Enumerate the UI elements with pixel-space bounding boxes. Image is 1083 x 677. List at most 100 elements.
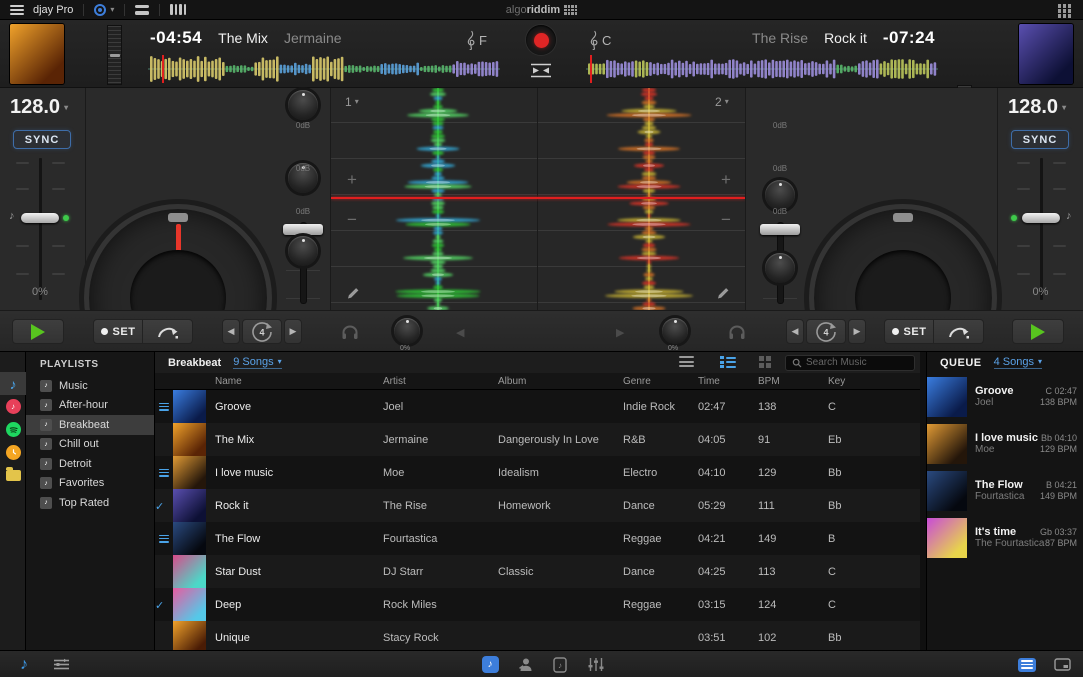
column-header-bpm[interactable]: BPM [750, 376, 820, 387]
album-art [173, 522, 206, 555]
deck-left-loop-button[interactable]: 4 [242, 319, 282, 344]
eq-knob[interactable] [765, 180, 795, 210]
table-row[interactable]: UniqueStacy Rock03:51102Bb [155, 621, 920, 650]
columns-view-icon[interactable] [170, 4, 186, 15]
source-itunes[interactable]: ♪ [0, 395, 26, 418]
table-row[interactable]: Star DustDJ StarrClassicDance04:25113C [155, 555, 920, 588]
app-grid-icon[interactable] [1058, 4, 1072, 18]
deck-2-zoom-in-button[interactable]: + [717, 170, 735, 190]
deck-right-pitch-slider[interactable]: ♪ 0% [998, 88, 1083, 310]
deck-right-loop-button[interactable]: 4 [806, 319, 846, 344]
playlist-item-label: Music [59, 380, 88, 392]
deck-right-loop-in-button[interactable] [934, 319, 984, 344]
snap-icon[interactable] [530, 63, 552, 78]
row-marker [155, 469, 173, 477]
deck-right-cue-set-button[interactable]: SET [884, 319, 934, 344]
external-display-button[interactable] [1050, 651, 1074, 677]
deck-2-zoom-out-button[interactable]: − [717, 210, 735, 230]
source-mymusic[interactable]: ♪ [0, 372, 26, 395]
deck-1-selector[interactable]: 1▾ [345, 95, 359, 109]
deck-right-loop-double-button[interactable]: ▶ [848, 319, 866, 344]
deck-right-play-button[interactable] [1012, 319, 1064, 344]
source-history[interactable] [0, 441, 26, 464]
chevron-down-icon[interactable]: ▾ [110, 6, 114, 14]
dj-profile-button[interactable] [514, 651, 536, 677]
library-settings-icon[interactable] [50, 651, 72, 677]
deck-right-headphone-cue-icon[interactable] [728, 324, 746, 340]
deck-left-headphone-cue-icon[interactable] [341, 324, 359, 340]
deck-left-fader-handle[interactable] [283, 224, 323, 235]
deck-left-pitch-handle[interactable] [21, 213, 59, 223]
deck-left-filter-percent: 0% [400, 345, 410, 352]
deck-left-waveform[interactable] [148, 54, 500, 84]
sidebar-item-detroit[interactable]: ♪Detroit [26, 454, 154, 474]
deck-left-cue-set-button[interactable]: SET [93, 319, 143, 344]
deck-right-filter-knob[interactable] [662, 318, 688, 344]
queue-item[interactable]: It's timeGb 03:37The Fourtastica87 BPM [927, 514, 1083, 561]
deck-1-edit-beatgrid-icon[interactable] [346, 286, 360, 300]
sidebar-item-favorites[interactable]: ♪Favorites [26, 474, 154, 494]
column-header-name[interactable]: Name [206, 376, 375, 387]
playlist-icon: ♪ [40, 399, 52, 411]
queue-item-info: It's timeGb 03:37The Fourtastica87 BPM [967, 526, 1083, 549]
source-files[interactable] [0, 464, 26, 487]
source-spotify[interactable] [0, 418, 26, 441]
view-list-button[interactable] [679, 356, 694, 367]
queue-item[interactable]: The FlowB 04:21Fourtastica149 BPM [927, 467, 1083, 514]
queue-toggle-button[interactable] [1015, 651, 1039, 677]
deck-2-edit-beatgrid-icon[interactable] [716, 286, 730, 300]
column-header-album[interactable]: Album [490, 376, 615, 387]
table-row[interactable]: ✓Rock itThe RiseHomeworkDance05:29111Bb [155, 489, 920, 522]
deck-left-loop-double-button[interactable]: ▶ [284, 319, 302, 344]
deck-layout-icon[interactable] [135, 5, 149, 15]
mixer-button[interactable] [584, 651, 608, 677]
deck-1-zoom-in-button[interactable]: + [343, 170, 361, 190]
record-button[interactable] [526, 25, 556, 55]
column-header-time[interactable]: Time [690, 376, 750, 387]
column-header-genre[interactable]: Genre [615, 376, 690, 387]
table-column-headers[interactable]: NameArtistAlbumGenreTimeBPMKey [155, 373, 920, 390]
view-grid-button[interactable] [759, 356, 771, 368]
table-row[interactable]: The FlowFourtasticaReggae04:21149B [155, 522, 920, 555]
eq-knob[interactable] [288, 90, 318, 120]
deck-left-loop-in-button[interactable] [143, 319, 193, 344]
queue-item[interactable]: I love musicBb 04:10Moe129 BPM [927, 420, 1083, 467]
search-field[interactable] [785, 355, 915, 371]
deck-left-pitch-strip[interactable] [107, 25, 122, 85]
video-mode-button[interactable]: ♪ [549, 651, 571, 677]
deck-left-loop-half-button[interactable]: ◀ [222, 319, 240, 344]
deck-left-filter-knob[interactable] [394, 318, 420, 344]
sidebar-item-after-hour[interactable]: ♪After-hour [26, 396, 154, 416]
queue-item[interactable]: GrooveC 02:47Joel138 BPM [927, 373, 1083, 420]
view-detail-button[interactable] [720, 356, 736, 368]
table-row[interactable]: ✓DeepRock MilesReggae03:15124C [155, 588, 920, 621]
column-header-key[interactable]: Key [820, 376, 920, 387]
library-note-icon[interactable]: ♪ [14, 651, 34, 677]
songs-count-link[interactable]: 9 Songs▾ [233, 356, 281, 369]
deck-right-waveform[interactable] [586, 54, 938, 84]
cell-key: Eb [820, 434, 920, 446]
deck-right-fader-handle[interactable] [760, 224, 800, 235]
deck-right-loop-half-button[interactable]: ◀ [786, 319, 804, 344]
table-row[interactable]: The MixJermaineDangerously In LoveR&B04:… [155, 423, 920, 456]
table-row[interactable]: I love musicMoeIdealismElectro04:10129Bb [155, 456, 920, 489]
source-mode-icon[interactable] [94, 4, 106, 16]
table-row[interactable]: GrooveJoelIndie Rock02:47138C [155, 390, 920, 423]
music-mode-button[interactable]: ♪ [479, 651, 501, 677]
deck-right-pitch-handle[interactable] [1022, 213, 1060, 223]
cell-artist: Jermaine [375, 434, 490, 446]
sidebar-item-chill-out[interactable]: ♪Chill out [26, 435, 154, 455]
search-input[interactable] [806, 357, 908, 368]
deck-left-play-button[interactable] [12, 319, 64, 344]
queue-songs-count-link[interactable]: 4 Songs▾ [994, 356, 1042, 369]
sidebar-item-top-rated[interactable]: ♪Top Rated [26, 493, 154, 513]
column-header-artist[interactable]: Artist [375, 376, 490, 387]
eq-knob[interactable] [288, 236, 318, 266]
deck-2-selector[interactable]: 2▾ [715, 95, 729, 109]
sidebar-item-breakbeat[interactable]: ♪Breakbeat [26, 415, 154, 435]
deck-1-zoom-out-button[interactable]: − [343, 210, 361, 230]
sidebar-item-music[interactable]: ♪Music [26, 376, 154, 396]
menu-icon[interactable] [10, 5, 24, 15]
eq-knob[interactable] [765, 253, 795, 283]
deck-left-pitch-slider[interactable]: ♪ 0% [0, 88, 85, 310]
